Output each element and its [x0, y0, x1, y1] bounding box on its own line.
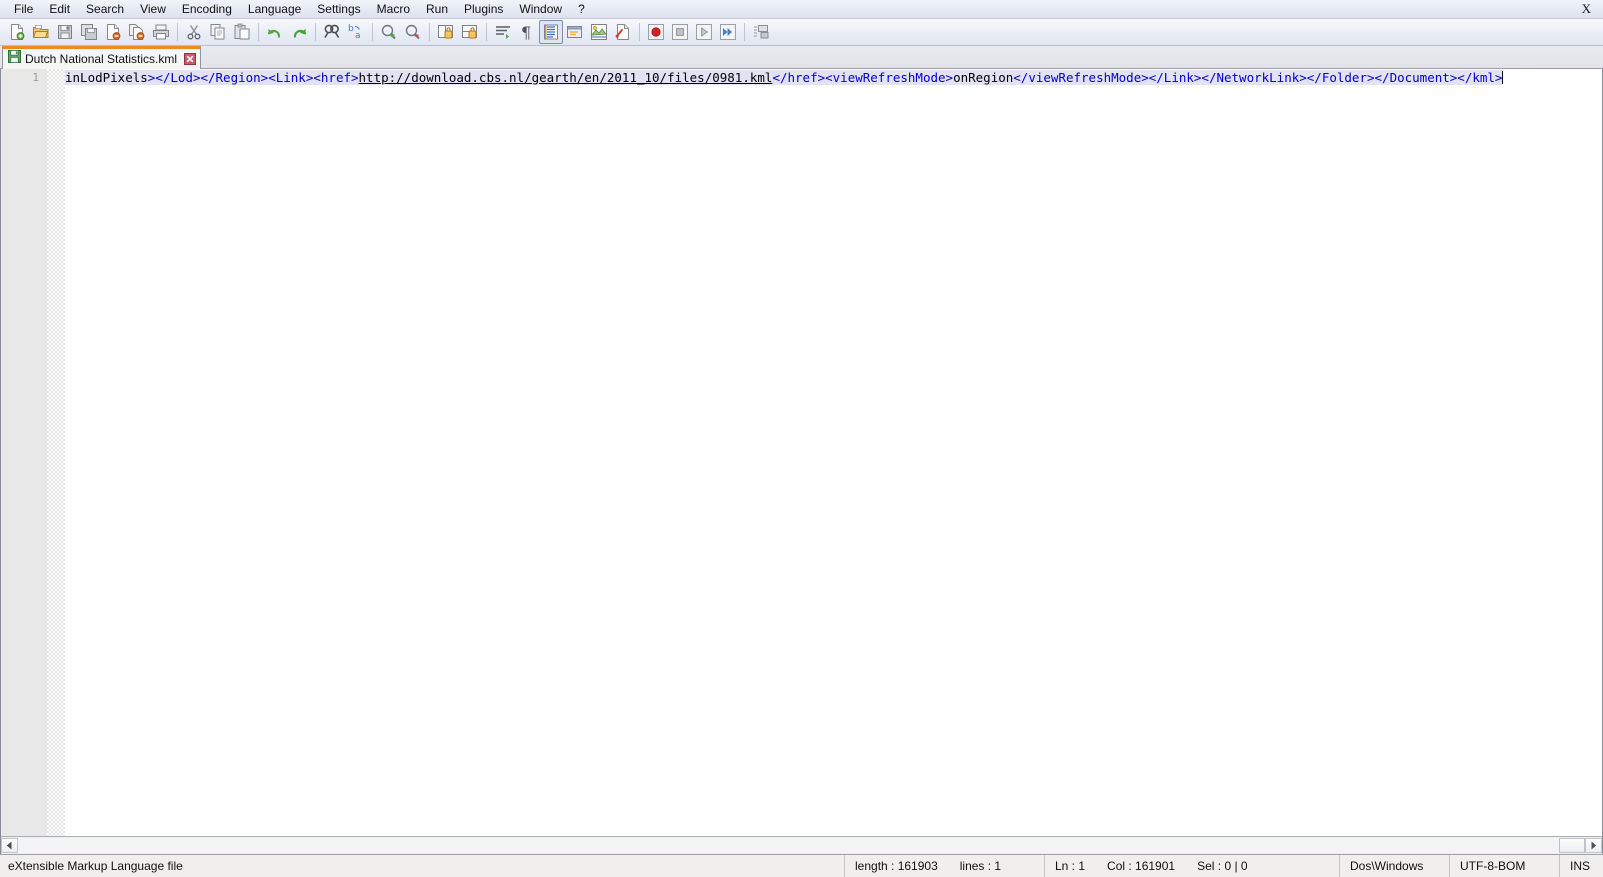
save-icon[interactable]: [53, 20, 77, 44]
toolbar-separator: [486, 23, 487, 41]
svg-text:b: b: [348, 24, 354, 34]
toolbar-separator: [372, 23, 373, 41]
line-number-gutter: 1: [1, 69, 47, 836]
open-folder-icon[interactable]: [29, 20, 53, 44]
save-all-icon[interactable]: [77, 20, 101, 44]
menu-item-encoding[interactable]: Encoding: [174, 1, 240, 18]
macro-play-icon[interactable]: [692, 20, 716, 44]
sync-vertical-scroll-icon[interactable]: [434, 20, 458, 44]
svg-text:¶: ¶: [521, 23, 531, 41]
code-segment-text: onRegion: [953, 70, 1014, 85]
status-bar: eXtensible Markup Language file length :…: [0, 854, 1603, 877]
toolbar-separator: [639, 23, 640, 41]
folder-as-workspace-icon[interactable]: [749, 20, 773, 44]
menu-item-run[interactable]: Run: [418, 1, 456, 18]
line-number: 1: [32, 71, 39, 84]
menu-item-language[interactable]: Language: [240, 1, 309, 18]
text-caret: [1502, 71, 1504, 84]
redo-icon[interactable]: [287, 20, 311, 44]
paste-icon[interactable]: [230, 20, 254, 44]
code-segment-tag: ></Lod></Region><Link><href>: [147, 70, 359, 85]
code-area[interactable]: inLodPixels></Lod></Region><Link><href>h…: [65, 69, 1602, 836]
menu-item-help[interactable]: ?: [570, 1, 593, 18]
menu-bar: File Edit Search View Encoding Language …: [0, 0, 1603, 19]
toolbar-separator: [258, 23, 259, 41]
code-segment-text: inLodPixels: [65, 70, 148, 85]
saved-document-icon: [8, 50, 21, 68]
editor-body[interactable]: 1 inLodPixels></Lod></Region><Link><href…: [1, 69, 1602, 836]
scroll-left-button[interactable]: [1, 838, 18, 853]
macro-run-multiple-icon[interactable]: [716, 20, 740, 44]
scrollbar-thumb[interactable]: [1559, 838, 1585, 853]
status-encoding[interactable]: UTF-8-BOM: [1450, 855, 1560, 877]
status-insert-mode[interactable]: INS: [1560, 855, 1603, 877]
editor-container: 1 inLodPixels></Lod></Region><Link><href…: [0, 69, 1603, 854]
new-file-icon[interactable]: [5, 20, 29, 44]
horizontal-scrollbar[interactable]: [1, 836, 1602, 854]
code-segment-tag: </href><viewRefreshMode>: [772, 70, 954, 85]
print-icon[interactable]: [149, 20, 173, 44]
zoom-out-icon[interactable]: [401, 20, 425, 44]
macro-stop-icon[interactable]: [668, 20, 692, 44]
word-wrap-icon[interactable]: [491, 20, 515, 44]
sync-horizontal-scroll-icon[interactable]: [458, 20, 482, 44]
indent-guide-icon[interactable]: [539, 20, 563, 44]
svg-text:a: a: [355, 31, 361, 41]
status-length-lines: length : 161903 lines : 1: [845, 855, 1045, 877]
status-ln: Ln : 1: [1055, 859, 1086, 873]
status-col: Col : 161901: [1107, 859, 1176, 873]
undo-icon[interactable]: [263, 20, 287, 44]
status-file-type: eXtensible Markup Language file: [0, 855, 845, 877]
status-lines: lines : 1: [959, 859, 1002, 873]
code-segment-tag: </viewRefreshMode></Link></NetworkLink><…: [1013, 70, 1503, 85]
toolbar-separator: [429, 23, 430, 41]
find-icon[interactable]: [320, 20, 344, 44]
macro-record-icon[interactable]: [644, 20, 668, 44]
menu-item-settings[interactable]: Settings: [309, 1, 368, 18]
user-defined-dialog-icon[interactable]: [563, 20, 587, 44]
close-file-icon[interactable]: [101, 20, 125, 44]
scroll-right-button[interactable]: [1585, 838, 1602, 853]
menu-item-window[interactable]: Window: [511, 1, 570, 18]
close-document-icon[interactable]: X: [1578, 0, 1595, 17]
tab-bar: Dutch National Statistics.kml: [0, 46, 1603, 69]
code-line-1[interactable]: inLodPixels></Lod></Region><Link><href>h…: [65, 70, 1602, 86]
scrollbar-track[interactable]: [18, 838, 1585, 853]
function-list-icon[interactable]: [611, 20, 635, 44]
menu-item-macro[interactable]: Macro: [369, 1, 418, 18]
toolbar: b a ¶: [0, 19, 1603, 46]
menu-item-plugins[interactable]: Plugins: [456, 1, 511, 18]
menu-item-search[interactable]: Search: [78, 1, 132, 18]
close-all-icon[interactable]: [125, 20, 149, 44]
tab-dutch-national-statistics[interactable]: Dutch National Statistics.kml: [2, 46, 202, 69]
code-segment-url[interactable]: http://download.cbs.nl/gearth/en/2011_10…: [359, 70, 773, 85]
replace-icon[interactable]: b a: [344, 20, 368, 44]
status-caret-position: Ln : 1 Col : 161901 Sel : 0 | 0: [1045, 855, 1340, 877]
bookmark-margin[interactable]: [47, 69, 65, 836]
cut-icon[interactable]: [182, 20, 206, 44]
zoom-in-icon[interactable]: [377, 20, 401, 44]
status-sel: Sel : 0 | 0: [1197, 859, 1248, 873]
menu-item-file[interactable]: File: [6, 1, 41, 18]
status-eol-format[interactable]: Dos\Windows: [1340, 855, 1450, 877]
toolbar-separator: [177, 23, 178, 41]
copy-icon[interactable]: [206, 20, 230, 44]
menu-item-view[interactable]: View: [132, 1, 174, 18]
tab-label: Dutch National Statistics.kml: [25, 51, 178, 66]
toolbar-separator: [744, 23, 745, 41]
status-length: length : 161903: [855, 859, 938, 873]
show-all-characters-icon[interactable]: ¶: [515, 20, 539, 44]
document-map-icon[interactable]: [587, 20, 611, 44]
menu-item-edit[interactable]: Edit: [41, 1, 78, 18]
toolbar-separator: [315, 23, 316, 41]
notepadpp-window: File Edit Search View Encoding Language …: [0, 0, 1603, 877]
tab-close-icon[interactable]: [183, 53, 196, 66]
